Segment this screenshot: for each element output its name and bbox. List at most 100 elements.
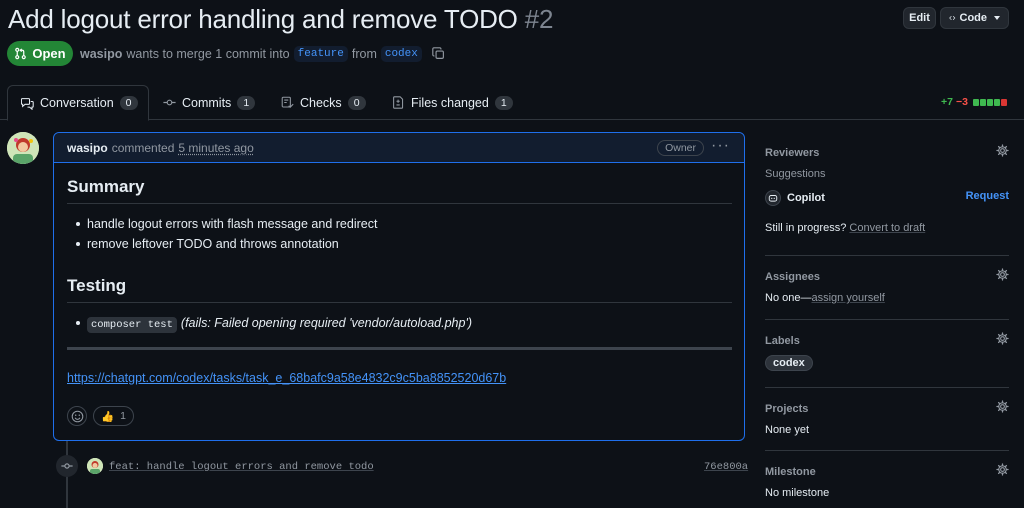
assignees-none: No one—	[765, 292, 812, 304]
reviewers-section: Reviewers	[765, 144, 1009, 160]
tab-checks[interactable]: Checks 0	[281, 85, 366, 120]
tab-label: Conversation	[40, 96, 114, 110]
comment-action: commented	[111, 140, 175, 155]
copy-icon[interactable]	[432, 47, 445, 60]
pr-meta: Open wasipo wants to merge 1 commit into…	[7, 41, 445, 66]
testing-list: composer test (fails: Failed opening requ…	[67, 315, 732, 335]
tab-files-changed[interactable]: Files changed 1	[392, 85, 513, 120]
copilot-icon	[765, 190, 781, 206]
tab-bar: Conversation 0 Commits 1 Checks 0 Files …	[0, 85, 1024, 121]
request-review-button[interactable]: Request	[966, 190, 1009, 202]
milestone-section: Milestone	[765, 463, 1009, 479]
summary-heading: Summary	[67, 177, 732, 204]
comment-time[interactable]: 5 minutes ago	[178, 141, 253, 155]
comment-header: wasipo commented 5 minutes ago	[54, 133, 744, 163]
diffstat-block-deletion	[1000, 98, 1007, 106]
base-branch[interactable]: feature	[293, 45, 348, 62]
diffstat-additions: +7	[941, 96, 953, 108]
gear-icon[interactable]	[996, 144, 1009, 160]
label-pill[interactable]: codex	[765, 355, 813, 371]
tab-commits[interactable]: Commits 1	[163, 85, 256, 120]
projects-value: None yet	[765, 424, 810, 436]
reviewers-suggestions: Suggestions	[765, 168, 826, 180]
summary-list: handle logout errors with flash message …	[67, 216, 732, 256]
diffstat-block-addition	[986, 98, 993, 106]
diffstat-block-addition	[993, 98, 1000, 106]
diffstat-deletions: −3	[955, 96, 968, 108]
assignees-value: No one—assign yourself	[765, 292, 1009, 304]
edit-button[interactable]: Edit	[903, 7, 936, 29]
sidebar-divider	[765, 319, 1009, 320]
assign-yourself-link[interactable]: assign yourself	[811, 292, 884, 304]
pull-request-icon	[15, 47, 27, 60]
edit-button-label: Edit	[909, 12, 930, 24]
pr-title: Add logout error handling and remove TOD…	[8, 4, 553, 35]
labels-section: Labels	[765, 332, 1009, 348]
inline-code: composer test	[87, 317, 177, 333]
code-button-label: Code	[959, 12, 988, 24]
commit-sha[interactable]: 76e800a	[704, 461, 748, 473]
gear-icon[interactable]	[996, 400, 1009, 416]
status-badge: Open	[7, 41, 73, 66]
task-link[interactable]: https://chatgpt.com/codex/tasks/task_e_6…	[67, 371, 732, 385]
code-button[interactable]: Code	[940, 7, 1009, 29]
code-icon	[949, 16, 956, 20]
comment-author[interactable]: wasipo	[67, 141, 108, 155]
gear-icon[interactable]	[996, 463, 1009, 479]
thumbs-up-reaction[interactable]: 👍 1	[93, 406, 134, 426]
commit-author-avatar[interactable]	[87, 458, 103, 474]
pr-number: #2	[524, 4, 554, 34]
tab-label: Commits	[182, 95, 232, 110]
pr-title-text: Add logout error handling and remove TOD…	[8, 4, 518, 34]
milestone-title[interactable]: Milestone	[765, 466, 1009, 478]
tab-count: 0	[119, 96, 138, 110]
reactions: 👍 1	[67, 406, 134, 426]
head-branch[interactable]: codex	[380, 45, 422, 62]
tab-label: Checks	[300, 95, 342, 110]
draft-prompt: Still in progress? Convert to draft	[765, 222, 1009, 234]
comment-card: wasipo commented 5 minutes ago Owner ···…	[53, 132, 745, 441]
chevron-down-icon	[994, 16, 1000, 20]
pr-author[interactable]: wasipo	[80, 47, 122, 61]
gear-icon[interactable]	[996, 332, 1009, 348]
testing-note: (fails: Failed opening required 'vendor/…	[180, 316, 472, 330]
tab-conversation[interactable]: Conversation 0	[7, 85, 149, 121]
commit-icon	[56, 455, 78, 477]
assignees-title[interactable]: Assignees	[765, 271, 1009, 283]
commit-icon	[163, 99, 176, 106]
tab-count: 1	[494, 95, 513, 110]
merge-text: wants to merge 1 commit into	[126, 46, 290, 61]
sidebar-divider	[765, 450, 1009, 451]
checklist-icon	[281, 96, 294, 109]
labels-list: codex	[765, 355, 1009, 371]
reviewers-title[interactable]: Reviewers	[765, 147, 1009, 159]
labels-title[interactable]: Labels	[765, 335, 1009, 347]
convert-to-draft-link[interactable]: Convert to draft	[849, 222, 925, 234]
tab-count: 1	[237, 95, 256, 110]
status-badge-label: Open	[32, 46, 66, 61]
sidebar-divider	[765, 387, 1009, 388]
diffstat: +7 −3	[941, 96, 1007, 108]
list-item: composer test (fails: Failed opening requ…	[67, 315, 732, 335]
copilot-name: Copilot	[787, 192, 825, 204]
sidebar-divider	[765, 255, 1009, 256]
avatar[interactable]	[7, 132, 39, 164]
tab-label: Files changed	[411, 95, 489, 110]
milestone-value: No milestone	[765, 487, 830, 499]
diffstat-block-addition	[972, 98, 979, 106]
thumbs-up-icon: 👍	[101, 410, 115, 423]
assignees-section: Assignees	[765, 268, 1009, 284]
from-text: from	[351, 46, 377, 61]
tab-count: 0	[347, 95, 366, 110]
gear-icon[interactable]	[996, 268, 1009, 284]
diffstat-blocks	[972, 98, 1007, 106]
projects-title[interactable]: Projects	[765, 403, 1009, 415]
reaction-count: 1	[120, 410, 126, 422]
file-diff-icon	[393, 96, 404, 109]
list-item: remove leftover TODO and throws annotati…	[67, 236, 732, 256]
smiley-icon[interactable]	[67, 406, 87, 426]
kebab-horizontal-icon[interactable]: ···	[711, 138, 730, 154]
commit-message[interactable]: feat: handle logout errors and remove to…	[109, 461, 374, 473]
testing-heading: Testing	[67, 276, 732, 303]
projects-section: Projects	[765, 400, 1009, 416]
